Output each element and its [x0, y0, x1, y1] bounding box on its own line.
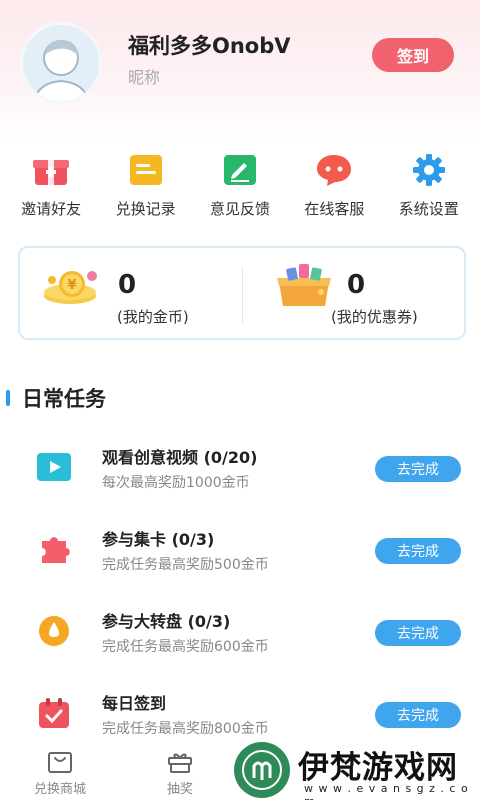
task-title: 每日签到	[102, 694, 167, 713]
task-desc: 每次最高奖励1000金币	[102, 475, 250, 491]
quick-item-invite[interactable]: 邀请好友	[6, 150, 96, 220]
coupons-value: 0	[347, 270, 366, 300]
quick-item-feedback[interactable]: 意见反馈	[195, 150, 285, 220]
task-title: 观看创意视频 (0/20)	[102, 448, 258, 467]
svg-text:¥: ¥	[67, 278, 76, 293]
task-complete-button[interactable]: 去完成	[375, 702, 461, 728]
site-watermark: 伊梵游戏网 w w w . e v a n s g z . c o m	[228, 740, 480, 800]
quick-label: 邀请好友	[21, 200, 82, 218]
quick-item-records[interactable]: 兑换记录	[101, 150, 191, 220]
quick-menu: 邀请好友 兑换记录 意见反馈 在线客服 系统设置	[0, 150, 480, 220]
video-play-icon	[34, 450, 74, 484]
nav-item-lottery[interactable]: 抽奖	[120, 742, 240, 800]
quick-label: 在线客服	[304, 200, 365, 218]
quick-label: 系统设置	[398, 200, 459, 218]
daily-tasks-header: 日常任务	[6, 384, 106, 412]
gift-icon	[168, 753, 192, 773]
quick-item-support[interactable]: 在线客服	[289, 150, 379, 220]
signin-button[interactable]: 签到	[372, 38, 454, 72]
task-row-video: 观看创意视频 (0/20) 每次最高奖励1000金币 去完成	[0, 430, 480, 512]
task-complete-button[interactable]: 去完成	[375, 456, 461, 482]
quick-label: 兑换记录	[115, 200, 176, 218]
coins-label: (我的金币)	[117, 308, 189, 326]
wallet-coins[interactable]: ¥ 0 (我的金币)	[20, 248, 242, 338]
gift-box-icon	[31, 150, 71, 190]
watermark-url: w w w . e v a n s g z . c o m	[304, 782, 469, 800]
gold-coins-icon: ¥	[44, 271, 97, 304]
coins-value: 0	[118, 270, 137, 300]
edit-note-icon	[220, 150, 260, 190]
avatar[interactable]	[20, 22, 102, 104]
username: 福利多多OnobV	[128, 34, 291, 58]
wallet-coupons[interactable]: 0 (我的优惠券)	[243, 248, 466, 338]
section-accent-bar	[6, 390, 10, 406]
task-title: 参与集卡 (0/3)	[102, 530, 215, 549]
nav-label: 兑换商城	[33, 782, 86, 797]
task-complete-button[interactable]: 去完成	[375, 538, 461, 564]
watermark-logo	[234, 742, 290, 798]
task-list: 观看创意视频 (0/20) 每次最高奖励1000金币 去完成 参与集卡 (0/3…	[0, 430, 480, 758]
task-desc: 完成任务最高奖励800金币	[102, 721, 269, 737]
coupon-box-icon	[277, 264, 331, 306]
wheel-coin-icon	[34, 614, 74, 648]
nav-label: 抽奖	[166, 782, 193, 797]
quick-label: 意见反馈	[209, 200, 270, 218]
task-row-cards: 参与集卡 (0/3) 完成任务最高奖励500金币 去完成	[0, 512, 480, 594]
watermark-text: 伊梵游戏网	[298, 750, 458, 786]
mall-icon	[48, 752, 72, 773]
nav-item-mall[interactable]: 兑换商城	[0, 742, 120, 800]
nickname[interactable]: 昵称	[128, 64, 160, 88]
task-title: 参与大转盘 (0/3)	[102, 612, 231, 631]
gear-icon	[409, 150, 449, 190]
wallet-card: ¥ 0 (我的金币) 0 (我的优惠券)	[18, 246, 466, 340]
calendar-icon	[34, 696, 74, 730]
record-card-icon	[126, 150, 166, 190]
quick-item-settings[interactable]: 系统设置	[384, 150, 474, 220]
puzzle-icon	[34, 532, 74, 566]
section-title: 日常任务	[22, 387, 106, 411]
task-row-wheel: 参与大转盘 (0/3) 完成任务最高奖励600金币 去完成	[0, 594, 480, 676]
coupons-label: (我的优惠券)	[331, 308, 418, 326]
task-desc: 完成任务最高奖励500金币	[102, 557, 269, 573]
task-desc: 完成任务最高奖励600金币	[102, 639, 269, 655]
chat-bubble-icon	[314, 150, 354, 190]
task-complete-button[interactable]: 去完成	[375, 620, 461, 646]
